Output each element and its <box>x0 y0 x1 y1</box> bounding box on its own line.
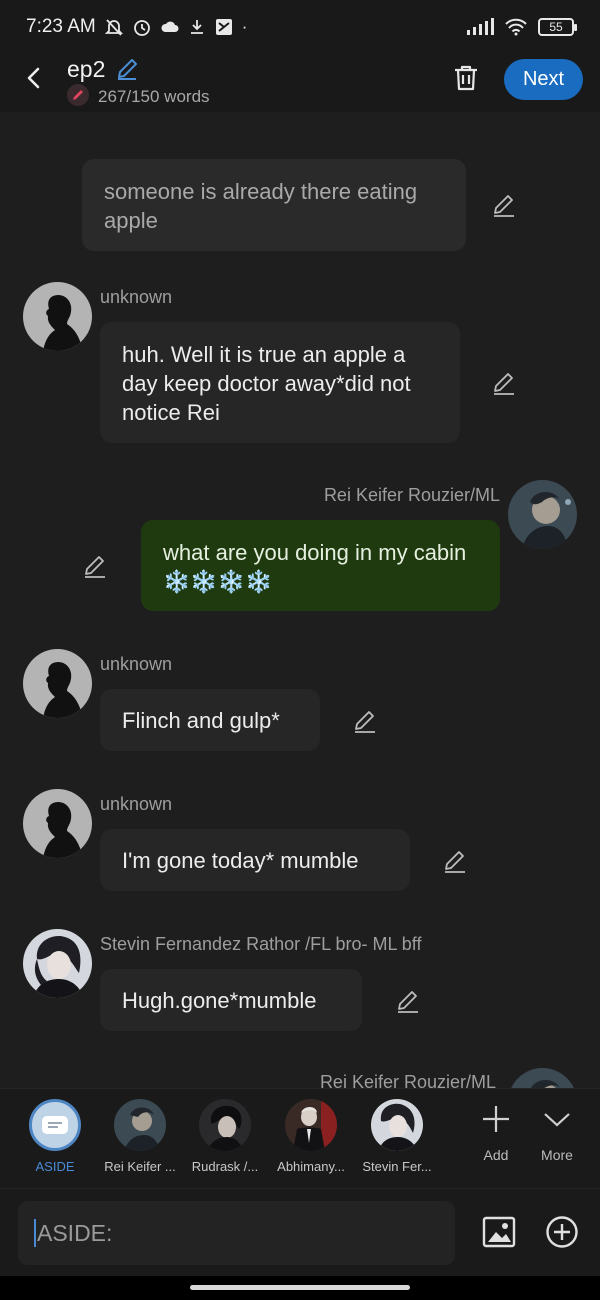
rei-avatar[interactable] <box>508 480 577 549</box>
rei-avatar[interactable] <box>508 1068 577 1088</box>
signal-icon <box>467 18 494 35</box>
edit-message-pencil-icon[interactable] <box>491 192 517 218</box>
plus-icon <box>483 1106 509 1132</box>
message-bubble[interactable]: Hugh.gone*mumble <box>100 969 362 1031</box>
more-notifications-dot-icon: · <box>241 17 248 36</box>
narration-bubble[interactable]: someone is already there eating apple <box>82 159 466 251</box>
back-arrow-icon[interactable] <box>18 62 50 94</box>
cloud-icon <box>161 21 179 32</box>
sender-name: Rei Keifer Rouzier/ML <box>323 485 500 505</box>
chat-messages[interactable]: someone is already there eating apple un… <box>0 112 600 1088</box>
message-text: huh. Well it is true an apple a day keep… <box>122 342 411 425</box>
composer: ASIDE: <box>0 1188 600 1276</box>
character-label: Rudrask /... <box>191 1159 259 1174</box>
edit-message-pencil-icon[interactable] <box>491 370 517 396</box>
next-button[interactable]: Next <box>504 59 583 100</box>
battery-icon: 55 <box>538 18 577 36</box>
edit-message-pencil-icon[interactable] <box>395 988 421 1014</box>
edit-title-pencil-icon[interactable] <box>114 56 140 82</box>
status-time: 7:23 AM <box>26 16 96 37</box>
character-label: ASIDE <box>35 1159 75 1174</box>
sender-name: unknown <box>100 287 173 307</box>
unknown-avatar[interactable] <box>23 282 92 351</box>
unknown-avatar[interactable] <box>23 789 92 858</box>
add-label: Add <box>483 1147 509 1163</box>
episode-title: ep2 <box>67 56 106 82</box>
character-abhimanyu[interactable]: Abhimany... <box>270 1099 352 1174</box>
character-aside[interactable]: ASIDE <box>14 1099 96 1174</box>
character-label: Abhimany... <box>277 1159 345 1174</box>
edit-message-pencil-icon[interactable] <box>442 848 468 874</box>
alarm-icon <box>133 20 150 36</box>
sender-name: Rei Keifer Rouzier/ML <box>319 1072 496 1088</box>
home-indicator[interactable] <box>190 1285 410 1290</box>
edit-message-pencil-icon[interactable] <box>352 708 378 734</box>
more-characters-button[interactable]: More <box>527 1103 587 1163</box>
stevin-avatar[interactable] <box>23 929 92 998</box>
sender-name: unknown <box>100 794 173 814</box>
system-navigation-bar <box>0 1276 600 1300</box>
app-notification-icon <box>215 19 232 35</box>
message-bubble[interactable]: huh. Well it is true an apple a day keep… <box>100 322 460 443</box>
unknown-avatar[interactable] <box>23 649 92 718</box>
status-notification-icons: · <box>104 17 248 37</box>
status-system-icons: 55 <box>466 18 577 36</box>
message-text: what are you doing in my cabin ❄️❄️❄️❄️ <box>163 540 467 594</box>
message-text: I'm gone today* mumble <box>122 848 359 873</box>
message-bubble[interactable]: I'm gone today* mumble <box>100 829 410 891</box>
battery-level: 55 <box>549 20 563 34</box>
character-stevin[interactable]: Stevin Fer... <box>356 1099 438 1174</box>
add-character-button[interactable]: Add <box>466 1103 526 1163</box>
chevron-down-icon <box>544 1113 570 1127</box>
message-bubble[interactable]: Flinch and gulp* <box>100 689 320 751</box>
aside-icon <box>29 1099 81 1151</box>
message-input[interactable]: ASIDE: <box>18 1201 455 1265</box>
narration-text: someone is already there eating apple <box>104 179 418 233</box>
character-label: Stevin Fer... <box>362 1159 432 1174</box>
more-label: More <box>541 1147 573 1163</box>
character-label: Rei Keifer ... <box>104 1159 176 1174</box>
stevin-avatar <box>371 1099 423 1151</box>
download-icon <box>190 20 203 34</box>
sender-name: Stevin Fernandez Rathor /FL bro- ML bff <box>100 934 422 954</box>
wifi-icon <box>505 18 527 36</box>
character-rudrask[interactable]: Rudrask /... <box>184 1099 266 1174</box>
character-selector: ASIDE Rei Keifer ... Rudrask /... Abhima… <box>0 1088 600 1188</box>
message-text: Hugh.gone*mumble <box>122 988 317 1013</box>
character-rei[interactable]: Rei Keifer ... <box>99 1099 181 1174</box>
word-count: 267/150 words <box>98 87 210 106</box>
add-circle-icon[interactable] <box>545 1215 579 1249</box>
user-message-bubble[interactable]: what are you doing in my cabin ❄️❄️❄️❄️ <box>141 520 500 611</box>
rei-avatar <box>114 1099 166 1151</box>
trash-icon[interactable] <box>450 62 482 94</box>
input-placeholder: ASIDE: <box>37 1219 113 1246</box>
edit-message-pencil-icon[interactable] <box>82 553 108 579</box>
abhimanyu-avatar <box>285 1099 337 1151</box>
text-caret <box>34 1219 36 1247</box>
mute-bell-icon <box>104 19 123 36</box>
word-count-pencil-icon <box>67 84 89 106</box>
sender-name: unknown <box>100 654 173 674</box>
status-bar: 7:23 AM · 55 <box>0 0 600 54</box>
image-icon[interactable] <box>482 1215 516 1249</box>
message-text: Flinch and gulp* <box>122 708 280 733</box>
rudrask-avatar <box>199 1099 251 1151</box>
chat-header: ep2 267/150 words Next <box>0 54 600 112</box>
